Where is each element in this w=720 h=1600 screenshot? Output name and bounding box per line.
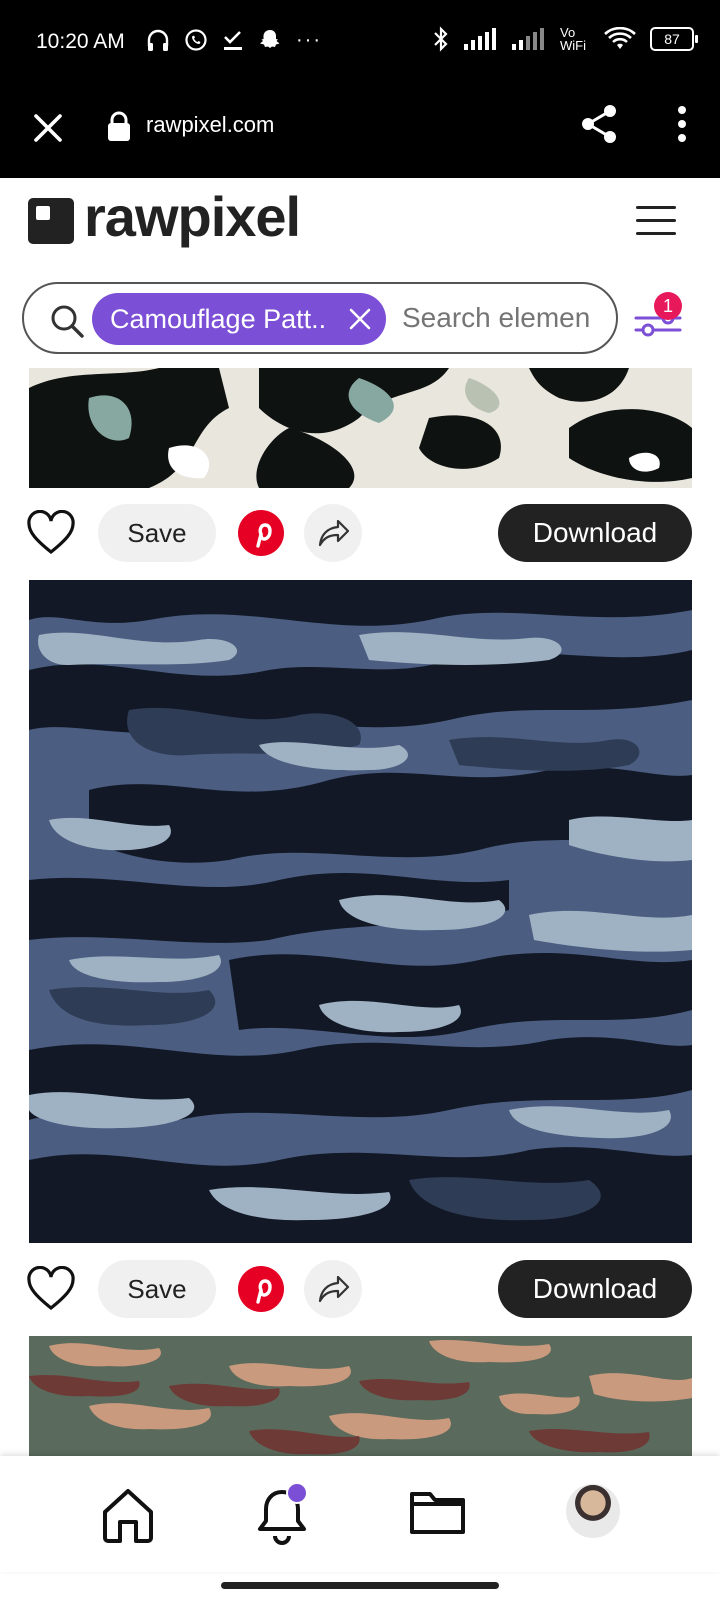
search-chip-label: Camouflage Patt.. xyxy=(110,303,327,334)
share-arrow-icon xyxy=(318,519,350,547)
share-arrow-icon xyxy=(318,1275,350,1303)
heart-icon[interactable] xyxy=(26,1266,76,1312)
close-icon[interactable] xyxy=(346,305,374,333)
menu-icon[interactable] xyxy=(636,206,676,236)
save-button[interactable]: Save xyxy=(98,1260,216,1318)
rawpixel-logo-mark[interactable] xyxy=(28,198,74,244)
share-button[interactable] xyxy=(304,504,362,562)
result-image[interactable] xyxy=(29,580,692,1243)
status-more: ··· xyxy=(296,28,322,51)
wifi-icon xyxy=(604,27,636,49)
search-chip[interactable]: Camouflage Patt.. xyxy=(92,293,386,345)
search-bar[interactable]: Camouflage Patt.. xyxy=(22,282,618,354)
battery-icon: 87 xyxy=(650,27,698,51)
site-header: rawpixel xyxy=(0,178,720,278)
share-button[interactable] xyxy=(304,1260,362,1318)
search-icon[interactable] xyxy=(50,304,84,338)
pinterest-icon[interactable] xyxy=(238,1266,284,1312)
filter-badge: 1 xyxy=(654,292,682,320)
search-input[interactable] xyxy=(402,298,610,338)
save-button[interactable]: Save xyxy=(98,504,216,562)
collections-icon[interactable] xyxy=(408,1486,468,1538)
more-options-icon[interactable] xyxy=(674,102,690,146)
signal-icon xyxy=(512,28,544,50)
whatsapp-icon xyxy=(185,29,207,51)
lock-icon xyxy=(108,111,130,141)
heart-icon[interactable] xyxy=(26,510,76,556)
image-actions: Save Download xyxy=(0,1260,720,1322)
headphones-icon xyxy=(147,29,169,51)
notification-dot xyxy=(286,1482,308,1504)
pinterest-icon[interactable] xyxy=(238,510,284,556)
notifications-button[interactable] xyxy=(254,1482,314,1546)
close-icon[interactable] xyxy=(28,108,68,148)
browser-toolbar: rawpixel.com xyxy=(0,88,720,178)
avatar[interactable] xyxy=(566,1484,620,1538)
status-bar: 10:20 AM ··· Vo WiFi 87 xyxy=(0,0,720,88)
share-icon[interactable] xyxy=(578,102,622,146)
result-image[interactable] xyxy=(29,368,692,488)
image-actions: Save Download xyxy=(0,504,720,566)
url-text[interactable]: rawpixel.com xyxy=(146,112,274,138)
status-time: 10:20 AM xyxy=(36,30,125,53)
vowifi-icon: Vo WiFi xyxy=(560,25,586,53)
gesture-bar xyxy=(221,1582,499,1589)
download-button[interactable]: Download xyxy=(498,1260,692,1318)
home-icon[interactable] xyxy=(100,1486,156,1544)
bluetooth-icon xyxy=(434,26,448,52)
check-download-icon xyxy=(224,31,242,50)
signal-icon xyxy=(464,28,496,50)
snapchat-icon xyxy=(260,30,280,48)
rawpixel-logo[interactable]: rawpixel xyxy=(84,184,301,249)
bottom-nav xyxy=(0,1456,720,1572)
download-button[interactable]: Download xyxy=(498,504,692,562)
result-image[interactable] xyxy=(29,1336,692,1456)
